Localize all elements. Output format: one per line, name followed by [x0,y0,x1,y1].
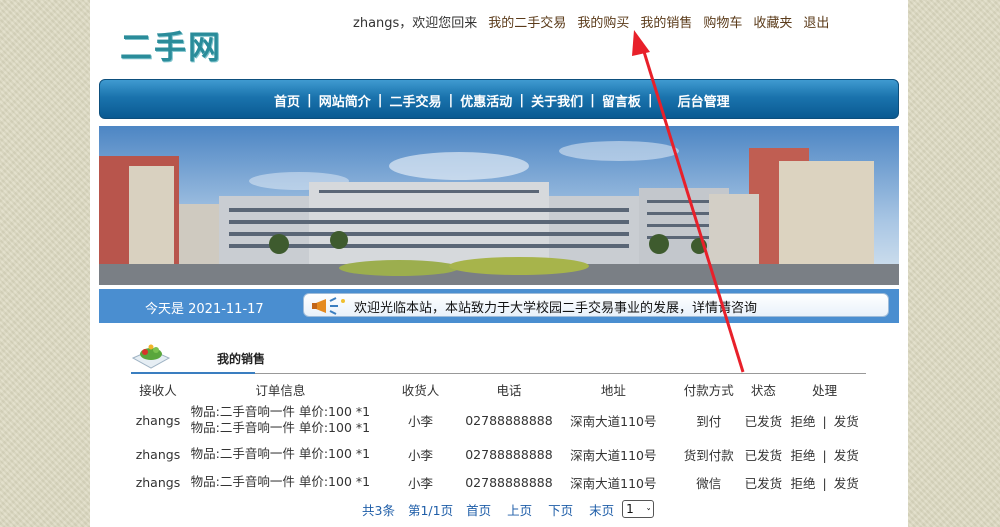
nav-about-site[interactable]: 网站简介 [319,91,371,110]
table-row: zhangs 物品:二手音响一件 单价:100 *1 物品:二手音响一件 单价:… [131,400,866,440]
ship-button[interactable]: 发货 [834,448,859,463]
order-item-line: 物品:二手音响一件 单价:100 *1 [190,474,371,489]
nav-second-hand[interactable]: 二手交易 [390,91,442,110]
nav-admin[interactable]: 后台管理 [678,91,730,110]
nav-separator: | [647,93,653,108]
cell-payment: 微信 [696,475,722,491]
cell-consignee: 小李 [408,447,434,463]
cell-address: 深南大道110号 [570,447,657,463]
current-date: 今天是 2021-11-17 [145,302,264,317]
col-header-action: 处理 [812,382,838,398]
cell-receiver: zhangs [135,446,181,462]
cell-address: 深南大道110号 [570,475,657,491]
pager-total: 共3条 [362,502,395,518]
cell-receiver: zhangs [135,412,181,428]
ship-button[interactable]: 发货 [834,476,859,491]
top-user-links: zhangs，欢迎您回来 我的二手交易 我的购买 我的销售 购物车 收藏夹 退出 [353,12,829,31]
chevron-down-icon [646,508,650,511]
nav-promotions[interactable]: 优惠活动 [460,91,512,110]
notice-text: 欢迎光临本站，本站致力于大学校园二手交易事业的发展，详情请咨询 [354,301,758,316]
cell-payment: 货到付款 [683,447,734,463]
pager-first-link[interactable]: 首页 [466,500,491,519]
cell-status: 已发货 [744,447,783,463]
section-header: 我的销售 [131,338,866,374]
link-cart[interactable]: 购物车 [703,12,742,31]
cell-consignee: 小李 [408,413,434,429]
ship-button[interactable]: 发货 [834,414,859,429]
cell-phone: 02788888888 [465,412,553,428]
cell-receiver: zhangs [135,474,181,490]
op-separator: | [822,413,827,429]
nav-separator: | [307,93,312,108]
nav-home[interactable]: 首页 [274,91,300,110]
cell-actions: 拒绝 | 发货 [783,400,866,440]
cell-phone: 02788888888 [465,446,553,462]
table-header-row: 接收人 订单信息 收货人 电话 地址 付款方式 状态 处理 [131,378,866,400]
nav-about-us[interactable]: 关于我们 [531,91,583,110]
main-nav-bar: 首页 | 网站简介 | 二手交易 | 优惠活动 | 关于我们 | 留言板 | 后台管理 [99,79,899,119]
nav-separator: | [448,93,454,108]
link-favorites[interactable]: 收藏夹 [753,12,792,31]
order-item-line: 物品:二手音响一件 单价:100 *1 [190,446,371,461]
pager-page-select[interactable]: 1 [622,500,655,518]
section-divider-accent [131,372,255,374]
salad-bowl-icon [131,344,171,369]
cell-consignee: 小李 [408,475,434,491]
cell-actions: 拒绝 | 发货 [783,468,866,496]
col-header-status: 状态 [750,382,776,398]
col-header-phone: 电话 [496,382,522,398]
nav-separator: | [590,93,595,108]
pager-last-link[interactable]: 末页 [589,500,614,519]
order-item-line: 物品:二手音响一件 单价:100 *1 [190,420,371,435]
nav-message-board[interactable]: 留言板 [602,91,641,110]
welcome-text: zhangs，欢迎您回来 [353,15,478,31]
op-separator: | [822,475,827,491]
pagination: 共3条 第1/1页 首页 上页 下页 末页 1 [362,499,655,519]
cell-status: 已发货 [744,475,783,491]
pager-select-value: 1 [626,502,634,516]
pager-page-indicator: 第1/1页 [407,502,454,518]
cell-address: 深南大道110号 [570,413,657,429]
order-item-line: 物品:二手音响一件 单价:100 *1 [190,404,371,419]
cell-order-info: 物品:二手音响一件 单价:100 *1 [185,468,376,496]
link-my-trades[interactable]: 我的二手交易 [488,12,566,31]
link-logout[interactable]: 退出 [803,12,829,31]
col-header-address: 地址 [600,382,626,398]
table-row: zhangs 物品:二手音响一件 单价:100 *1 小李 0278888888… [131,468,866,496]
nav-separator: | [377,93,383,108]
sales-orders-table: 接收人 订单信息 收货人 电话 地址 付款方式 状态 处理 zhangs 物品:… [131,378,866,496]
cell-order-info: 物品:二手音响一件 单价:100 *1 物品:二手音响一件 单价:100 *1 [185,400,376,440]
section-title: 我的销售 [217,352,266,366]
col-header-receiver: 接收人 [139,382,177,398]
pager-prev-link[interactable]: 上页 [507,500,532,519]
cell-status: 已发货 [744,413,783,429]
col-header-order-info: 订单信息 [255,382,306,398]
megaphone-icon [312,297,345,315]
cell-phone: 02788888888 [465,474,553,490]
reject-button[interactable]: 拒绝 [791,414,816,429]
cell-payment: 到付 [696,413,722,429]
info-bar: 今天是 2021-11-17 欢迎光临本站，本站致力于大学校园二手交易事业的发展… [99,289,899,323]
notice-marquee: 欢迎光临本站，本站致力于大学校园二手交易事业的发展，详情请咨询 [303,293,889,317]
col-header-payment: 付款方式 [683,382,734,398]
cell-order-info: 物品:二手音响一件 单价:100 *1 [185,440,376,468]
col-header-consignee: 收货人 [401,382,440,398]
pager-next-link[interactable]: 下页 [548,500,573,519]
site-logo[interactable]: 二手网 [120,22,230,66]
cell-actions: 拒绝 | 发货 [783,440,866,468]
table-row: zhangs 物品:二手音响一件 单价:100 *1 小李 0278888888… [131,440,866,468]
reject-button[interactable]: 拒绝 [791,448,816,463]
link-my-sales[interactable]: 我的销售 [640,12,692,31]
reject-button[interactable]: 拒绝 [791,476,816,491]
campus-banner-image [99,126,899,285]
op-separator: | [822,447,827,463]
link-my-purchases[interactable]: 我的购买 [577,12,629,31]
nav-separator: | [519,93,525,108]
